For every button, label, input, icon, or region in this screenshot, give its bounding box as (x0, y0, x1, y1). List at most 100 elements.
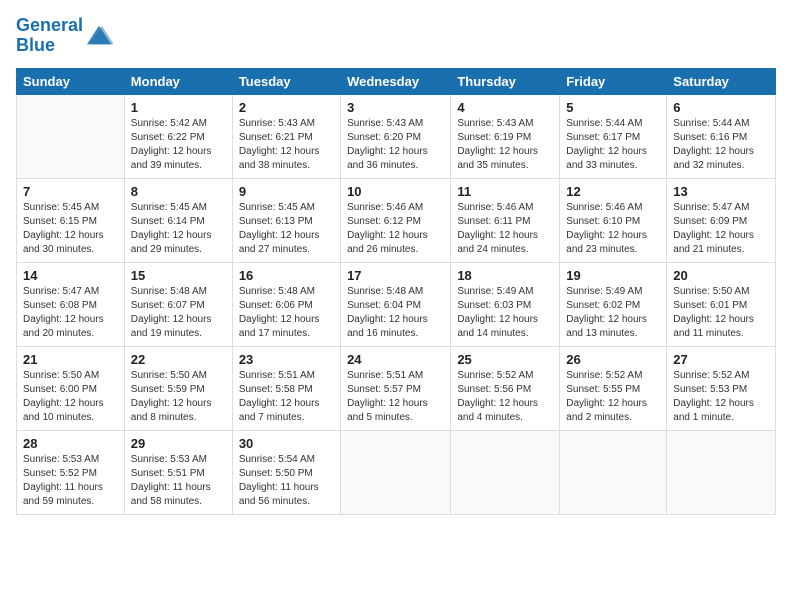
day-info: Sunrise: 5:53 AM Sunset: 5:52 PM Dayligh… (23, 453, 118, 509)
calendar-cell: 3 Sunrise: 5:43 AM Sunset: 6:20 PM Daylig… (341, 94, 451, 178)
calendar-week-row: 21 Sunrise: 5:50 AM Sunset: 6:00 PM Dayli… (17, 346, 776, 430)
calendar-cell: 18Sunrise: 5:49 AM Sunset: 6:03 PM Dayli… (451, 262, 560, 346)
day-number: 6 (673, 100, 769, 115)
day-info: Sunrise: 5:52 AM Sunset: 5:56 PM Dayligh… (457, 369, 553, 425)
calendar-cell: 27 Sunrise: 5:52 AM Sunset: 5:53 PM Dayli… (667, 346, 776, 430)
calendar-cell: 24Sunrise: 5:51 AM Sunset: 5:57 PM Dayli… (341, 346, 451, 430)
day-number: 12 (566, 184, 660, 199)
day-number: 3 (347, 100, 444, 115)
day-number: 14 (23, 268, 118, 283)
day-info: Sunrise: 5:53 AM Sunset: 5:51 PM Dayligh… (131, 453, 226, 509)
calendar-week-row: 7Sunrise: 5:45 AM Sunset: 6:15 PM Daylig… (17, 178, 776, 262)
day-info: Sunrise: 5:44 AM Sunset: 6:16 PM Dayligh… (673, 117, 769, 173)
day-number: 27 (673, 352, 769, 367)
day-info: Sunrise: 5:52 AM Sunset: 5:53 PM Dayligh… (673, 369, 769, 425)
logo-text: General Blue (16, 16, 83, 56)
calendar-table: SundayMondayTuesdayWednesdayThursdayFrid… (16, 68, 776, 515)
day-number: 24 (347, 352, 444, 367)
day-info: Sunrise: 5:50 AM Sunset: 5:59 PM Dayligh… (131, 369, 226, 425)
calendar-cell: 17Sunrise: 5:48 AM Sunset: 6:04 PM Dayli… (341, 262, 451, 346)
day-info: Sunrise: 5:50 AM Sunset: 6:00 PM Dayligh… (23, 369, 118, 425)
calendar-cell (451, 430, 560, 514)
day-number: 10 (347, 184, 444, 199)
day-info: Sunrise: 5:45 AM Sunset: 6:14 PM Dayligh… (131, 201, 226, 257)
calendar-cell (560, 430, 667, 514)
weekday-header: Thursday (451, 68, 560, 94)
calendar-cell: 28 Sunrise: 5:53 AM Sunset: 5:52 PM Dayli… (17, 430, 125, 514)
calendar-header-row: SundayMondayTuesdayWednesdayThursdayFrid… (17, 68, 776, 94)
calendar-cell: 29 Sunrise: 5:53 AM Sunset: 5:51 PM Dayli… (124, 430, 232, 514)
calendar-cell: 6 Sunrise: 5:44 AM Sunset: 6:16 PM Daylig… (667, 94, 776, 178)
day-number: 16 (239, 268, 334, 283)
day-info: Sunrise: 5:49 AM Sunset: 6:03 PM Dayligh… (457, 285, 553, 341)
calendar-week-row: 14 Sunrise: 5:47 AM Sunset: 6:08 PM Dayli… (17, 262, 776, 346)
calendar-cell (667, 430, 776, 514)
calendar-cell: 2 Sunrise: 5:43 AM Sunset: 6:21 PM Daylig… (232, 94, 340, 178)
calendar-cell: 20 Sunrise: 5:50 AM Sunset: 6:01 PM Dayli… (667, 262, 776, 346)
day-number: 29 (131, 436, 226, 451)
day-number: 20 (673, 268, 769, 283)
calendar-cell: 11Sunrise: 5:46 AM Sunset: 6:11 PM Dayli… (451, 178, 560, 262)
day-number: 13 (673, 184, 769, 199)
day-number: 5 (566, 100, 660, 115)
day-number: 9 (239, 184, 334, 199)
weekday-header: Saturday (667, 68, 776, 94)
day-number: 23 (239, 352, 334, 367)
calendar-cell: 16 Sunrise: 5:48 AM Sunset: 6:06 PM Dayli… (232, 262, 340, 346)
day-info: Sunrise: 5:50 AM Sunset: 6:01 PM Dayligh… (673, 285, 769, 341)
day-info: Sunrise: 5:47 AM Sunset: 6:08 PM Dayligh… (23, 285, 118, 341)
day-number: 25 (457, 352, 553, 367)
day-number: 28 (23, 436, 118, 451)
day-number: 7 (23, 184, 118, 199)
logo-icon (85, 22, 113, 50)
day-number: 30 (239, 436, 334, 451)
weekday-header: Sunday (17, 68, 125, 94)
day-number: 19 (566, 268, 660, 283)
day-number: 4 (457, 100, 553, 115)
day-number: 2 (239, 100, 334, 115)
day-number: 8 (131, 184, 226, 199)
day-number: 21 (23, 352, 118, 367)
day-info: Sunrise: 5:51 AM Sunset: 5:58 PM Dayligh… (239, 369, 334, 425)
calendar-week-row: 1 Sunrise: 5:42 AM Sunset: 6:22 PM Daylig… (17, 94, 776, 178)
day-info: Sunrise: 5:46 AM Sunset: 6:12 PM Dayligh… (347, 201, 444, 257)
weekday-header: Friday (560, 68, 667, 94)
day-info: Sunrise: 5:46 AM Sunset: 6:10 PM Dayligh… (566, 201, 660, 257)
day-info: Sunrise: 5:48 AM Sunset: 6:07 PM Dayligh… (131, 285, 226, 341)
day-info: Sunrise: 5:45 AM Sunset: 6:13 PM Dayligh… (239, 201, 334, 257)
day-number: 15 (131, 268, 226, 283)
calendar-cell: 8 Sunrise: 5:45 AM Sunset: 6:14 PM Daylig… (124, 178, 232, 262)
calendar-cell: 1 Sunrise: 5:42 AM Sunset: 6:22 PM Daylig… (124, 94, 232, 178)
calendar-cell: 9 Sunrise: 5:45 AM Sunset: 6:13 PM Daylig… (232, 178, 340, 262)
day-info: Sunrise: 5:43 AM Sunset: 6:20 PM Dayligh… (347, 117, 444, 173)
day-info: Sunrise: 5:44 AM Sunset: 6:17 PM Dayligh… (566, 117, 660, 173)
calendar-cell: 5 Sunrise: 5:44 AM Sunset: 6:17 PM Daylig… (560, 94, 667, 178)
day-number: 22 (131, 352, 226, 367)
day-info: Sunrise: 5:52 AM Sunset: 5:55 PM Dayligh… (566, 369, 660, 425)
calendar-cell: 12 Sunrise: 5:46 AM Sunset: 6:10 PM Dayli… (560, 178, 667, 262)
day-info: Sunrise: 5:49 AM Sunset: 6:02 PM Dayligh… (566, 285, 660, 341)
logo: General Blue (16, 16, 113, 56)
day-info: Sunrise: 5:43 AM Sunset: 6:19 PM Dayligh… (457, 117, 553, 173)
day-info: Sunrise: 5:47 AM Sunset: 6:09 PM Dayligh… (673, 201, 769, 257)
calendar-cell: 25 Sunrise: 5:52 AM Sunset: 5:56 PM Dayli… (451, 346, 560, 430)
day-info: Sunrise: 5:54 AM Sunset: 5:50 PM Dayligh… (239, 453, 334, 509)
calendar-cell: 10 Sunrise: 5:46 AM Sunset: 6:12 PM Dayli… (341, 178, 451, 262)
weekday-header: Monday (124, 68, 232, 94)
calendar-cell: 19 Sunrise: 5:49 AM Sunset: 6:02 PM Dayli… (560, 262, 667, 346)
calendar-cell: 15 Sunrise: 5:48 AM Sunset: 6:07 PM Dayli… (124, 262, 232, 346)
calendar-cell: 26Sunrise: 5:52 AM Sunset: 5:55 PM Dayli… (560, 346, 667, 430)
day-number: 1 (131, 100, 226, 115)
day-number: 17 (347, 268, 444, 283)
day-info: Sunrise: 5:42 AM Sunset: 6:22 PM Dayligh… (131, 117, 226, 173)
calendar-cell: 4 Sunrise: 5:43 AM Sunset: 6:19 PM Daylig… (451, 94, 560, 178)
day-number: 11 (457, 184, 553, 199)
weekday-header: Tuesday (232, 68, 340, 94)
day-info: Sunrise: 5:48 AM Sunset: 6:06 PM Dayligh… (239, 285, 334, 341)
calendar-cell (341, 430, 451, 514)
calendar-cell: 14 Sunrise: 5:47 AM Sunset: 6:08 PM Dayli… (17, 262, 125, 346)
day-info: Sunrise: 5:43 AM Sunset: 6:21 PM Dayligh… (239, 117, 334, 173)
weekday-header: Wednesday (341, 68, 451, 94)
calendar-cell: 22 Sunrise: 5:50 AM Sunset: 5:59 PM Dayli… (124, 346, 232, 430)
calendar-cell: 21 Sunrise: 5:50 AM Sunset: 6:00 PM Dayli… (17, 346, 125, 430)
